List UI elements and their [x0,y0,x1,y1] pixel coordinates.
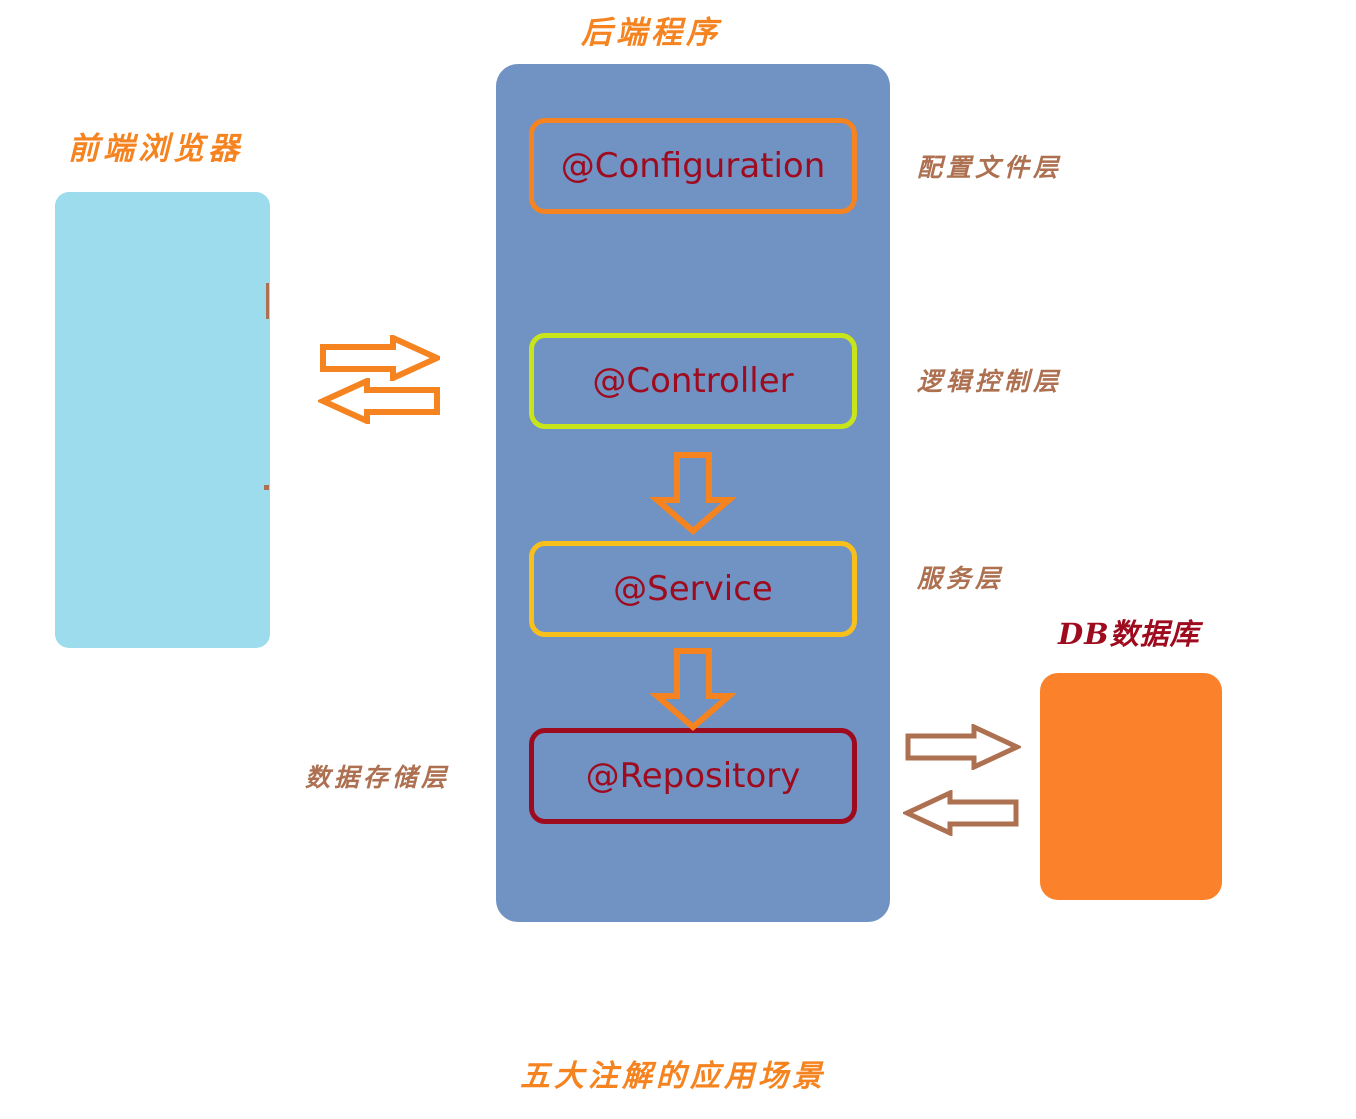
diagram-caption: 五大注解的应用场景 [520,1059,826,1094]
frontend-edge-mark [264,485,269,490]
annotation-box-repository[interactable]: @Repository [529,728,857,824]
layer-label-repository: 数据存储层 [305,763,451,792]
arrow-backend-to-frontend-icon [315,376,440,428]
annotation-box-controller[interactable]: @Controller [529,333,857,429]
arrow-db-to-repository-icon [901,789,1019,840]
annotation-label-service: @Service [613,569,773,609]
arrow-service-to-repository-icon [648,648,738,736]
arrow-controller-to-service-icon [648,452,738,540]
layer-label-configuration: 配置文件层 [917,153,1063,182]
frontend-scrollbar-tick [266,283,269,319]
annotation-label-repository: @Repository [585,756,801,796]
frontend-browser-box [55,192,270,648]
database-box [1040,673,1222,900]
annotation-box-configuration[interactable]: @Configuration [529,118,857,214]
annotation-box-service[interactable]: @Service [529,541,857,637]
annotation-label-controller: @Controller [592,361,794,401]
annotation-label-configuration: @Configuration [560,146,826,186]
frontend-title: 前端浏览器 [68,131,243,167]
arrow-repository-to-db-icon [905,723,1023,774]
diagram-canvas: 前端浏览器 后端程序 @Configuration @Controller @S… [0,0,1356,1119]
layer-label-controller: 逻辑控制层 [917,367,1063,396]
layer-label-service: 服务层 [917,564,1005,593]
database-title: DB数据库 [1058,617,1200,651]
backend-title: 后端程序 [581,15,721,51]
